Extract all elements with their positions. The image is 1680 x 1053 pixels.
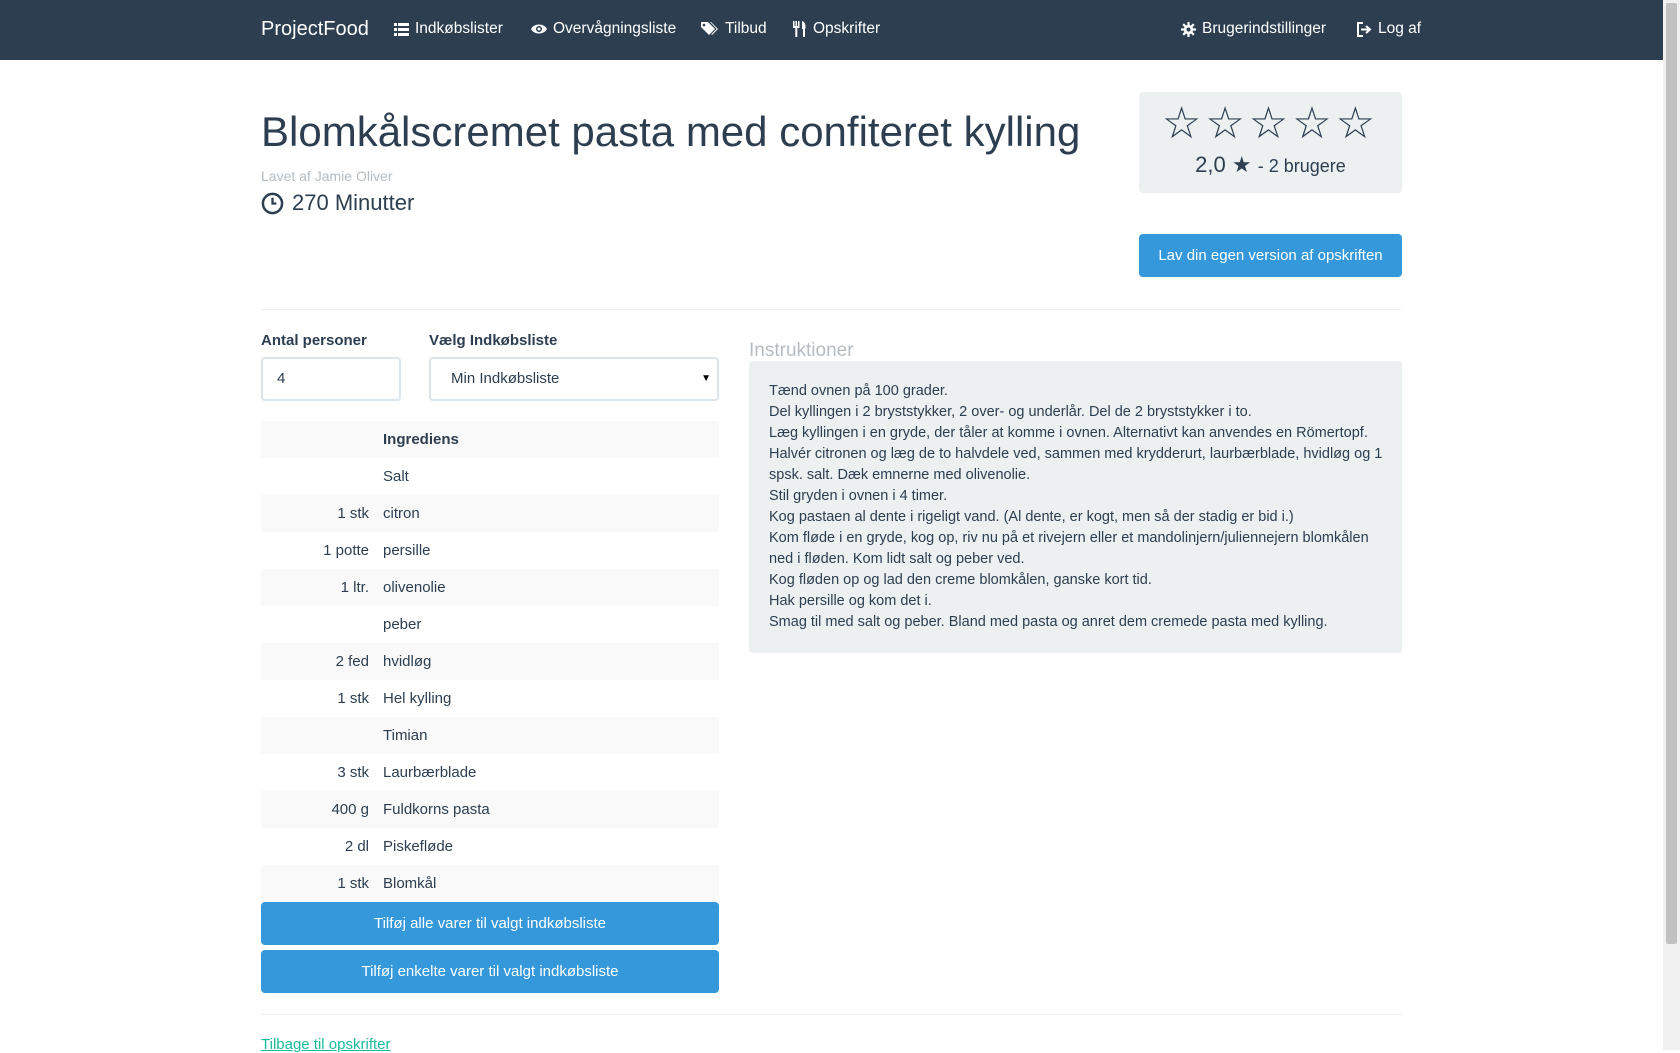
ingredient-amount: 2 dl (344, 838, 369, 855)
ingredient-name: hvidløg (383, 653, 432, 670)
nav-item-label: Tilbud (725, 20, 767, 37)
table-row: Salt (261, 458, 719, 495)
instruction-line: Del kyllingen i 2 bryststykker, 2 over- … (769, 404, 1252, 420)
nav-item-overvagningsliste[interactable]: Overvågningsliste (531, 20, 676, 38)
ingredient-name: citron (383, 505, 420, 522)
instruction-line: Kom fløde i en gryde, kog op, riv nu på … (769, 530, 1369, 567)
shopping-list-select[interactable]: Min Indkøbsliste ▼ (429, 357, 719, 401)
ingredient-name: persille (383, 542, 431, 559)
ingredient-amount: 1 stk (337, 505, 369, 522)
nav-item-label: Brugerindstillinger (1202, 20, 1327, 37)
instructions-box: Tænd ovnen på 100 grader. Del kyllingen … (749, 361, 1402, 653)
table-header: Ingrediens (261, 421, 719, 458)
ingredient-name: Laurbærblade (383, 764, 477, 781)
table-row: 1 stk Blomkål (261, 865, 719, 902)
add-all-button[interactable]: Tilføj alle varer til valgt indkøbsliste (261, 902, 719, 945)
table-row: 3 stk Laurbærblade (261, 754, 719, 791)
ingredient-amount: 1 ltr. (340, 579, 369, 596)
ingredient-name: Salt (383, 468, 409, 485)
instructions-title: Instruktioner (749, 340, 854, 361)
ingredient-name: Blomkål (383, 875, 437, 892)
nav-item-label: Overvågningsliste (553, 20, 677, 37)
divider (261, 1014, 1402, 1015)
logout-icon (1357, 21, 1372, 37)
own-version-button[interactable]: Lav din egen version af opskriften (1139, 234, 1402, 277)
table-row: 400 g Fuldkorns pasta (261, 791, 719, 828)
ingredient-name: olivenolie (383, 579, 446, 596)
back-link[interactable]: Tilbage til opskrifter (261, 1036, 391, 1053)
table-row: 1 stk Hel kylling (261, 680, 719, 717)
instruction-line: Kog fløden op og lad den creme blomkålen… (769, 572, 1152, 588)
eye-icon (531, 24, 547, 34)
chevron-down-icon: ▼ (701, 373, 711, 384)
tags-icon (701, 22, 718, 35)
scrollbar-thumb[interactable] (1666, 3, 1677, 944)
column-header-ingrediens: Ingrediens (383, 431, 459, 448)
nav-item-opskrifter[interactable]: Opskrifter (793, 20, 880, 38)
nav-item-tilbud[interactable]: Tilbud (701, 20, 767, 38)
ingredient-amount: 400 g (331, 801, 369, 818)
recipe-time: 270 Minutter (261, 190, 414, 216)
ingredient-name: peber (383, 616, 422, 633)
rating-summary: 2,0 ★ - 2 brugere (1139, 152, 1402, 178)
persons-input[interactable]: 4 (261, 357, 401, 401)
navbar: ProjectFood Indkøbslister Overvågningsli… (0, 0, 1663, 60)
list-label: Vælg Indkøbsliste (429, 332, 558, 349)
table-row: 2 dl Piskefløde (261, 828, 719, 865)
nav-item-log-af[interactable]: Log af (1356, 20, 1421, 38)
instruction-line: Stil gryden i ovnen i 4 timer. (769, 488, 948, 504)
table-row: 2 fed hvidløg (261, 643, 719, 680)
select-value: Min Indkøbsliste (451, 370, 560, 387)
table-row: 1 ltr. olivenolie (261, 569, 719, 606)
nav-item-indkobslister[interactable]: Indkøbslister (394, 20, 503, 38)
ingredient-name: Hel kylling (383, 690, 452, 707)
ingredient-amount: 1 potte (323, 542, 369, 559)
ingredient-amount: 2 fed (335, 653, 369, 670)
divider (261, 309, 1402, 310)
instruction-line: Smag til med salt og peber. Bland med pa… (769, 614, 1328, 630)
nav-item-label: Opskrifter (813, 20, 881, 37)
gear-icon (1181, 21, 1196, 37)
add-some-button[interactable]: Tilføj enkelte varer til valgt indkøbsli… (261, 950, 719, 993)
ingredient-name: Timian (383, 727, 428, 744)
clock-icon (261, 192, 284, 214)
instruction-line: Læg kyllingen i en gryde, der tåler at k… (769, 425, 1368, 441)
recipe-time-label: 270 Minutter (292, 190, 415, 215)
brand-link[interactable]: ProjectFood (261, 18, 369, 41)
cutlery-icon (793, 21, 806, 37)
persons-label: Antal personer (261, 332, 367, 349)
rating-box: ☆☆☆☆☆ 2,0 ★ - 2 brugere (1139, 92, 1402, 193)
instruction-line: Tænd ovnen på 100 grader. (769, 383, 948, 399)
ingredient-amount: 1 stk (337, 690, 369, 707)
recipe-title: Blomkålscremet pasta med confiteret kyll… (261, 108, 1081, 155)
instructions-text: Tænd ovnen på 100 grader. Del kyllingen … (769, 381, 1389, 633)
list-icon (394, 22, 409, 36)
rating-value: 2,0 (1195, 152, 1226, 177)
star-icon: ★ (1231, 152, 1252, 177)
ingredient-amount: 3 stk (337, 764, 369, 781)
instruction-line: Kog pastaen al dente i rigeligt vand. (A… (769, 509, 1294, 525)
instruction-line: Halvér citronen og læg de to halvdele ve… (769, 446, 1383, 483)
ingredient-name: Fuldkorns pasta (383, 801, 490, 818)
nav-item-label: Log af (1378, 20, 1422, 37)
table-row: 1 stk citron (261, 495, 719, 532)
table-row: Timian (261, 717, 719, 754)
table-row: peber (261, 606, 719, 643)
table-row: 1 potte persille (261, 532, 719, 569)
ingredients-table: Ingrediens Salt 1 stk citron 1 potte persi… (261, 421, 719, 902)
rating-users: - 2 brugere (1257, 156, 1346, 176)
ingredient-name: Piskefløde (383, 838, 454, 855)
recipe-author: Lavet af Jamie Oliver (261, 168, 393, 184)
rating-stars[interactable]: ☆☆☆☆☆ (1139, 102, 1402, 146)
nav-item-brugerindstillinger[interactable]: Brugerindstillinger (1181, 20, 1326, 38)
nav-item-label: Indkøbslister (415, 20, 503, 37)
page-scrollbar[interactable] (1663, 0, 1680, 1050)
instruction-line: Hak persille og kom det i. (769, 593, 932, 609)
ingredient-amount: 1 stk (337, 875, 369, 892)
